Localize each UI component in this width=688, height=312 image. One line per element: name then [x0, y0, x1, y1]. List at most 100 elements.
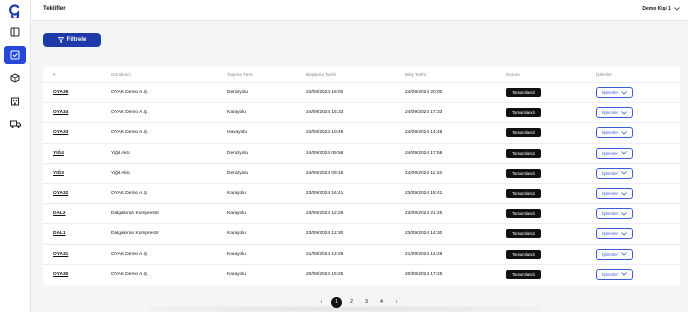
actions-dropdown-button[interactable]: İşlemler — [596, 127, 633, 139]
transport-type-cell: Karayolu — [227, 110, 246, 116]
transport-type-cell: Karayolu — [227, 211, 246, 217]
offer-id-link[interactable]: YIĞ4 — [53, 151, 64, 156]
offer-id-link[interactable]: OYA34 — [53, 110, 68, 115]
actions-label: İşlemler — [601, 110, 619, 116]
end-date-cell: 23/09/2024 21:26 — [405, 211, 443, 217]
actions-dropdown-button[interactable]: İşlemler — [596, 228, 633, 240]
actions-dropdown-button[interactable]: İşlemler — [596, 208, 633, 220]
sidebar-truck-icon[interactable] — [4, 116, 26, 132]
actions-dropdown-button[interactable]: İşlemler — [596, 188, 633, 199]
sender-cell: OYAK Demo A.Ş. — [111, 90, 149, 95]
end-date-cell: 24/09/2024 20:00 — [405, 90, 443, 95]
status-badge: Tamamlandı — [506, 148, 541, 158]
table-row: OYA30 OYAK Demo A.Ş. Karayolu 20/09/2024 15… — [43, 263, 680, 284]
status-badge: Tamamlandı — [506, 209, 541, 219]
filter-button[interactable]: Filtrele — [43, 33, 101, 47]
column-header: Başlama Tarihi — [306, 72, 337, 77]
sender-cell: Yiğit Akü — [111, 170, 130, 176]
end-date-cell: 24/09/2024 14:48 — [405, 130, 443, 136]
chevron-down-icon — [621, 90, 627, 95]
actions-label: İşlemler — [601, 271, 619, 277]
app-logo[interactable] — [8, 4, 22, 18]
offer-id-link[interactable]: OYA33 — [53, 130, 68, 135]
filter-icon — [57, 37, 64, 43]
actions-dropdown-button[interactable]: İşlemler — [596, 268, 633, 280]
actions-label: İşlemler — [601, 150, 619, 156]
actions-label: İşlemler — [601, 231, 619, 237]
start-date-cell: 24/09/2024 10:48 — [306, 130, 344, 136]
chevron-down-icon — [621, 171, 627, 175]
pagination: ‹ 1 2 3 4 › — [316, 296, 402, 308]
actions-label: İşlemler — [601, 170, 619, 176]
transport-type-cell: Havayolu — [227, 130, 247, 136]
sender-cell: OYAK Demo A.Ş. — [111, 251, 149, 257]
table-header: # Gönderici Taşıma Türü Başlama Tarihi B… — [43, 67, 680, 82]
transport-type-cell: Karayolu — [227, 271, 246, 277]
page-button[interactable]: 4 — [376, 297, 387, 308]
table-row: OYA34 OYAK Demo A.Ş. Karayolu 24/09/2024 15… — [43, 102, 680, 122]
sender-cell: Dalgakıran Kompresör — [111, 231, 159, 237]
chevron-down-icon — [621, 131, 627, 135]
user-menu[interactable]: Demo Kişi 1 — [642, 6, 680, 12]
actions-dropdown-button[interactable]: İşlemler — [596, 248, 633, 260]
top-header: Teklifler Demo Kişi 1 — [31, 0, 688, 21]
status-badge: Tamamlandı — [506, 249, 541, 259]
start-date-cell: 21/09/2024 12:28 — [306, 251, 344, 257]
chevron-down-icon — [621, 110, 627, 115]
prev-page-icon[interactable]: ‹ — [316, 297, 327, 308]
sidebar-panel-icon[interactable] — [4, 24, 26, 40]
actions-dropdown-button[interactable]: İşlemler — [596, 147, 633, 159]
offer-id-link[interactable]: OYA35 — [53, 90, 68, 95]
table-row: OYA31 OYAK Demo A.Ş. Karayolu 21/09/2024 12… — [43, 243, 680, 264]
sender-cell: OYAK Demo A.Ş. — [111, 271, 149, 277]
end-date-cell: 23/09/2024 14:30 — [405, 231, 443, 237]
transport-type-cell: Denizyolu — [227, 170, 249, 176]
table-row: DAL2 Dalgakıran Kompresör Karayolu 23/09/20… — [43, 203, 680, 223]
offer-id-link[interactable]: YIĞ3 — [53, 171, 64, 176]
table-row: YIĞ4 Yiğit Akü Denizyolu 24/09/2024 09:58 24… — [43, 142, 680, 163]
page-title: Teklifler — [43, 6, 66, 12]
actions-dropdown-button[interactable]: İşlemler — [596, 107, 633, 119]
column-header: # — [53, 72, 56, 77]
end-date-cell: 23/09/2024 18:41 — [405, 191, 443, 196]
sidebar-building-icon[interactable] — [4, 93, 26, 109]
status-badge: Tamamlandı — [506, 108, 541, 118]
actions-dropdown-button[interactable]: İşlemler — [596, 167, 633, 179]
offers-table: # Gönderici Taşıma Türü Başlama Tarihi B… — [43, 67, 680, 285]
start-date-cell: 24/09/2024 15:33 — [306, 110, 344, 116]
offer-id-link[interactable]: OYA31 — [53, 252, 68, 257]
transport-type-cell: Denizyolu — [227, 150, 249, 156]
table-row: OYA33 OYAK Demo A.Ş. Havayolu 24/09/2024 10… — [43, 122, 680, 142]
start-date-cell: 24/09/2024 09:16 — [306, 170, 344, 176]
status-badge: Tamamlandı — [506, 168, 541, 178]
end-date-cell: 24/09/2024 17:33 — [405, 110, 443, 116]
start-date-cell: 23/09/2024 12:30 — [306, 231, 344, 237]
page-button[interactable]: 1 — [331, 296, 342, 308]
transport-type-cell: Denizyolu — [227, 90, 249, 95]
end-date-cell: 20/09/2024 17:25 — [405, 271, 443, 277]
column-header: Bitiş Tarihi — [405, 72, 426, 77]
page-button[interactable]: 2 — [346, 297, 357, 308]
sidebar-offers-icon[interactable] — [4, 46, 26, 64]
chevron-down-icon — [621, 211, 627, 216]
offer-id-link[interactable]: DAL2 — [53, 211, 66, 216]
sender-cell: Yiğit Akü — [111, 150, 130, 156]
end-date-cell: 24/09/2024 11:16 — [405, 170, 442, 176]
sidebar-package-icon[interactable] — [4, 70, 26, 86]
table-row: YIĞ3 Yiğit Akü Denizyolu 24/09/2024 09:16 24… — [43, 162, 680, 183]
sender-cell: OYAK Demo A.Ş. — [111, 191, 149, 196]
offer-id-link[interactable]: OYA32 — [53, 191, 68, 196]
offer-id-link[interactable]: OYA30 — [53, 272, 68, 277]
sender-cell: OYAK Demo A.Ş. — [111, 130, 149, 136]
page-button[interactable]: 3 — [361, 297, 372, 308]
start-date-cell: 23/09/2024 16:41 — [306, 191, 344, 196]
status-badge: Tamamlandı — [506, 229, 541, 239]
filter-label: Filtrele — [66, 37, 87, 43]
next-page-icon[interactable]: › — [391, 297, 402, 308]
sender-cell: Dalgakıran Kompresör — [111, 211, 159, 217]
status-badge: Tamamlandı — [506, 189, 541, 198]
column-header: Taşıma Türü — [227, 72, 253, 77]
actions-label: İşlemler — [601, 251, 619, 257]
actions-dropdown-button[interactable]: İşlemler — [596, 87, 633, 98]
offer-id-link[interactable]: DAL1 — [53, 231, 66, 236]
